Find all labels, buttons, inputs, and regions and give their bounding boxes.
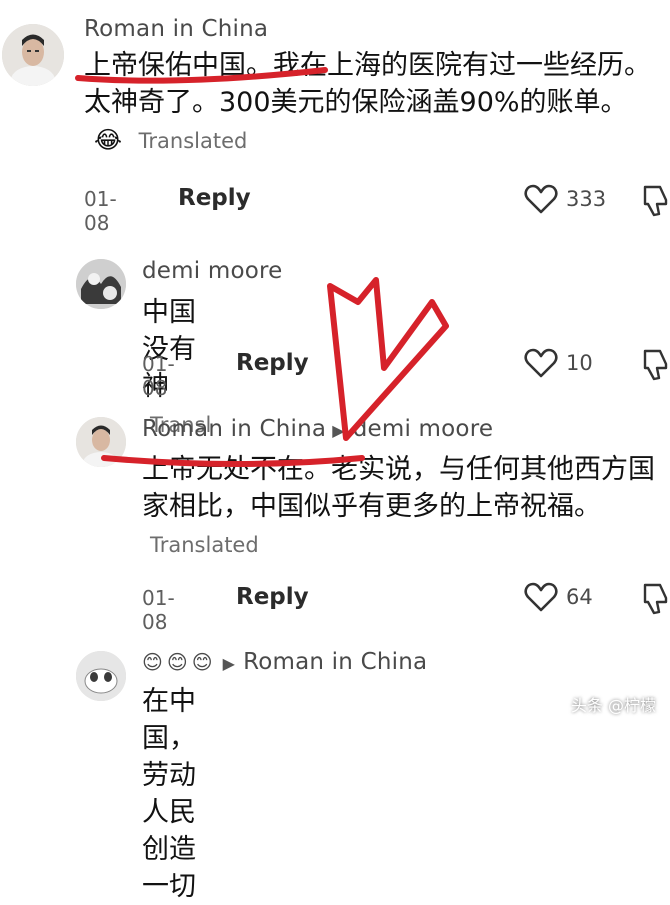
thumbs-down-icon [643,185,668,217]
comment-date: 01-08 [84,187,117,235]
like-count: 333 [566,187,607,211]
like-button[interactable]: 10 [524,348,593,378]
laughing-emoji: 😂 [94,126,123,154]
avatar[interactable] [76,417,126,467]
like-count: 64 [566,585,593,609]
comment-author[interactable]: Roman in China [84,16,268,42]
comment-date: 01-08 [142,586,175,634]
like-count: 10 [566,351,593,375]
comment-author: 😊😊😊 ▶ Roman in China [142,649,427,675]
avatar[interactable] [2,24,64,86]
user-avatar-image [76,417,126,467]
comment-text: 上帝保佑中国。我在上海的医院有过一些经历。太神奇了。300美元的保险涵盖90%的… [84,47,666,160]
like-button[interactable]: 64 [524,582,593,612]
dislike-button[interactable] [642,582,670,620]
translated-label[interactable]: Translated [139,129,248,153]
heart-icon [524,184,558,214]
comment-body: 在中国，劳动人民创造一切 [142,686,196,902]
user-avatar-image [76,259,126,309]
reply-button[interactable]: Reply [178,185,251,211]
thumbs-down-icon [643,349,668,381]
user-avatar-image [2,24,64,86]
comment-author: Roman in China ▶ demi moore [142,416,493,442]
dislike-button[interactable] [642,184,670,222]
red-arrow [327,277,449,441]
watermark: 头条 @柠檬 [570,696,656,715]
reply-button[interactable]: Reply [236,350,309,376]
reply-arrow-icon: ▶ [222,654,236,673]
avatar[interactable] [76,259,126,309]
dislike-button[interactable] [642,348,670,386]
comment-date: 01-08 [142,352,175,400]
reply-button[interactable]: Reply [236,584,309,610]
reply-to-name[interactable]: Roman in China [243,649,427,675]
like-button[interactable]: 333 [524,184,606,214]
avatar[interactable] [76,651,126,701]
translated-label[interactable]: Translated [150,533,259,557]
reply-to-name[interactable]: demi moore [353,416,494,442]
comment-text: 上帝无处不在。老实说，与任何其他西方国家相比，中国似乎有更多的上帝祝福。 Tra… [142,451,662,564]
comment-body: 上帝保佑中国。我在上海的医院有过一些经历。太神奇了。300美元的保险涵盖90%的… [84,50,651,118]
comment-body: 上帝无处不在。老实说，与任何其他西方国家相比，中国似乎有更多的上帝祝福。 [142,454,655,522]
heart-icon [524,582,558,612]
thumbs-down-icon [643,583,668,615]
comment-author-name[interactable]: Roman in China [142,416,326,442]
comment-text: 在中国，劳动人民创造一切 [142,683,196,905]
user-avatar-image [76,651,126,701]
heart-icon [524,348,558,378]
comment-author[interactable]: demi moore [142,258,283,284]
author-emojis[interactable]: 😊😊😊 [142,650,217,674]
reply-arrow-icon: ▶ [332,421,345,440]
